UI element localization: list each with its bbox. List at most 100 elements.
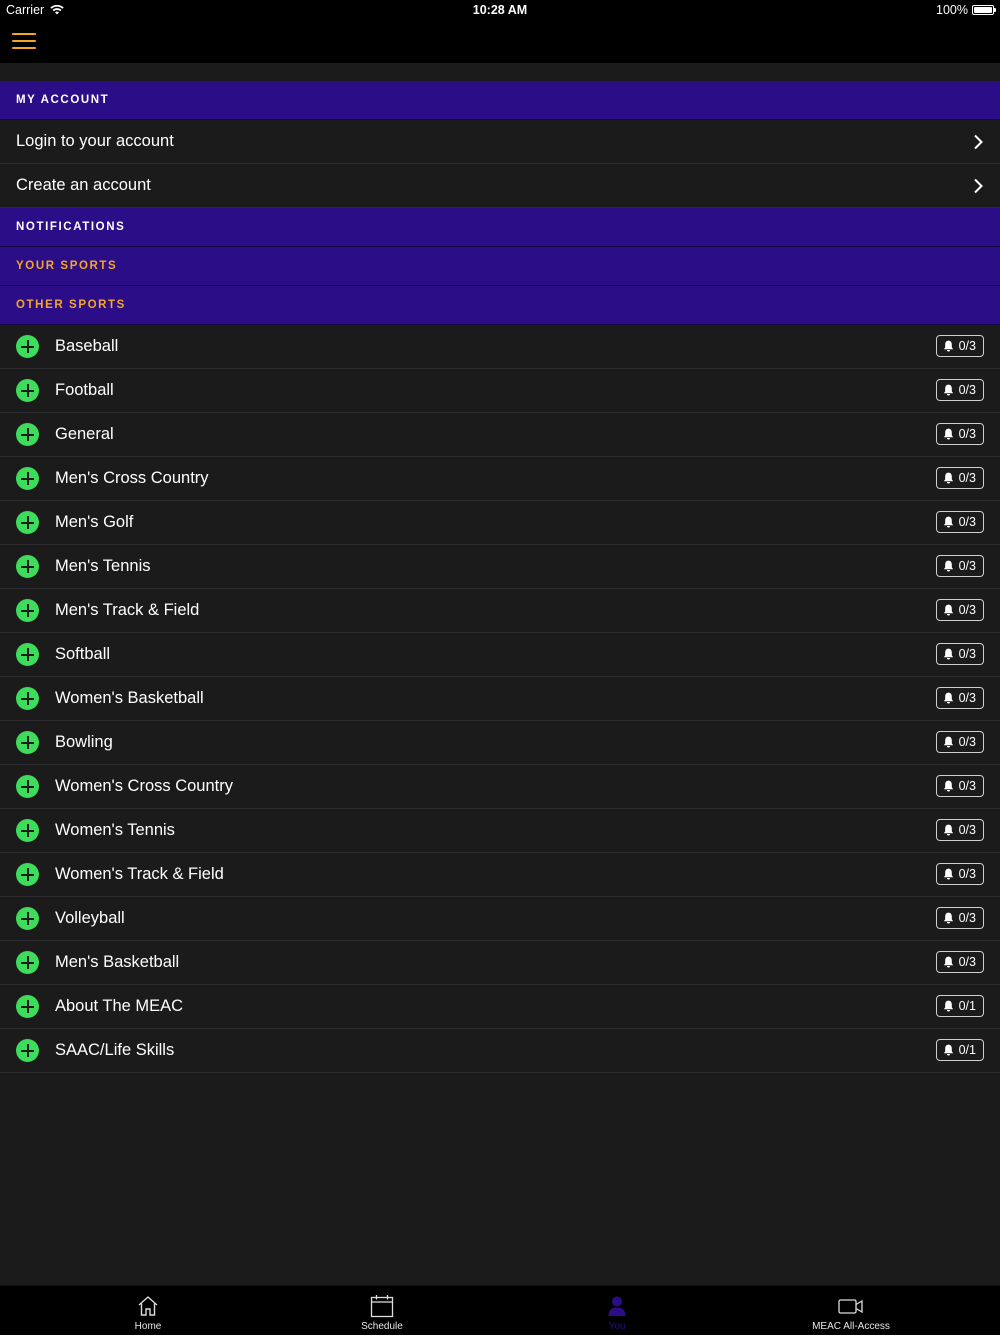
sport-row[interactable]: Bowling 0/3 [0, 721, 1000, 765]
notification-count-badge[interactable]: 0/3 [935, 951, 984, 973]
add-sport-icon[interactable] [16, 467, 39, 490]
notification-count-badge[interactable]: 0/3 [935, 555, 984, 577]
sport-row[interactable]: Women's Tennis 0/3 [0, 809, 1000, 853]
add-sport-icon[interactable] [16, 819, 39, 842]
bell-icon [943, 428, 953, 440]
tab-meac-all-access[interactable]: MEAC All-Access [771, 1286, 931, 1335]
bell-icon [943, 692, 953, 704]
calendar-icon [370, 1295, 394, 1318]
tab-you[interactable]: You [537, 1286, 697, 1335]
notification-count: 0/1 [958, 1043, 976, 1057]
bell-icon [943, 648, 953, 660]
login-row[interactable]: Login to your account [0, 120, 1000, 164]
add-sport-icon[interactable] [16, 995, 39, 1018]
notification-count-badge[interactable]: 0/3 [935, 599, 984, 621]
create-account-row[interactable]: Create an account [0, 164, 1000, 208]
add-sport-icon[interactable] [16, 951, 39, 974]
notification-count-badge[interactable]: 0/3 [935, 907, 984, 929]
sport-row[interactable]: Men's Tennis 0/3 [0, 545, 1000, 589]
notification-count-badge[interactable]: 0/3 [935, 643, 984, 665]
notification-count-badge[interactable]: 0/3 [935, 731, 984, 753]
notification-count-badge[interactable]: 0/1 [935, 1039, 984, 1061]
bell-icon [943, 912, 953, 924]
section-header-your-sports: YOUR SPORTS [0, 247, 1000, 286]
section-header-my-account: MY ACCOUNT [0, 81, 1000, 120]
bell-icon [943, 780, 953, 792]
hamburger-menu-icon[interactable] [12, 33, 36, 50]
add-sport-icon[interactable] [16, 731, 39, 754]
notification-count-badge[interactable]: 0/3 [935, 379, 984, 401]
notification-count-badge[interactable]: 0/3 [935, 335, 984, 357]
chevron-right-icon [974, 178, 983, 193]
notification-count-badge[interactable]: 0/3 [935, 819, 984, 841]
sport-name: About The MEAC [55, 997, 184, 1015]
sport-row[interactable]: Football 0/3 [0, 369, 1000, 413]
notification-count-badge[interactable]: 0/3 [935, 511, 984, 533]
bell-icon [943, 1000, 953, 1012]
bell-icon [943, 340, 953, 352]
add-sport-icon[interactable] [16, 555, 39, 578]
notification-count: 0/3 [958, 339, 976, 353]
add-sport-icon[interactable] [16, 775, 39, 798]
status-bar: Carrier 10:28 AM 100% [0, 0, 1000, 20]
add-sport-icon[interactable] [16, 379, 39, 402]
tab-schedule-label: Schedule [361, 1321, 403, 1332]
top-spacer [0, 63, 1000, 81]
notification-count: 0/3 [958, 383, 976, 397]
bell-icon [943, 472, 953, 484]
section-header-other-sports: OTHER SPORTS [0, 286, 1000, 325]
sport-row[interactable]: Men's Golf 0/3 [0, 501, 1000, 545]
sport-row[interactable]: Baseball 0/3 [0, 325, 1000, 369]
sport-name: Women's Cross Country [55, 777, 233, 795]
sport-name: Men's Basketball [55, 953, 180, 971]
sport-row[interactable]: Men's Track & Field 0/3 [0, 589, 1000, 633]
sport-row[interactable]: Softball 0/3 [0, 633, 1000, 677]
notification-count-badge[interactable]: 0/3 [935, 863, 984, 885]
bell-icon [943, 384, 953, 396]
sport-row[interactable]: Volleyball 0/3 [0, 897, 1000, 941]
sport-name: SAAC/Life Skills [55, 1041, 175, 1059]
add-sport-icon[interactable] [16, 511, 39, 534]
add-sport-icon[interactable] [16, 687, 39, 710]
chevron-right-icon [974, 134, 983, 149]
notification-count: 0/3 [958, 911, 976, 925]
notification-count-badge[interactable]: 0/1 [935, 995, 984, 1017]
notification-count-badge[interactable]: 0/3 [935, 687, 984, 709]
sport-row[interactable]: Men's Cross Country 0/3 [0, 457, 1000, 501]
video-camera-icon [838, 1299, 863, 1314]
notification-count-badge[interactable]: 0/3 [935, 775, 984, 797]
sport-name: Women's Track & Field [55, 865, 224, 883]
tab-schedule[interactable]: Schedule [302, 1286, 462, 1335]
sport-name: Football [55, 381, 114, 399]
sport-name: Men's Tennis [55, 557, 151, 575]
sport-name: Volleyball [55, 909, 125, 927]
add-sport-icon[interactable] [16, 907, 39, 930]
sport-row[interactable]: General 0/3 [0, 413, 1000, 457]
add-sport-icon[interactable] [16, 643, 39, 666]
add-sport-icon[interactable] [16, 863, 39, 886]
sport-row[interactable]: Men's Basketball 0/3 [0, 941, 1000, 985]
notification-count-badge[interactable]: 0/3 [935, 467, 984, 489]
notification-count: 0/3 [958, 647, 976, 661]
sport-name: Women's Basketball [55, 689, 204, 707]
add-sport-icon[interactable] [16, 423, 39, 446]
sport-row[interactable]: Women's Basketball 0/3 [0, 677, 1000, 721]
sport-name: Softball [55, 645, 111, 663]
sport-row[interactable]: Women's Cross Country 0/3 [0, 765, 1000, 809]
tab-home[interactable]: Home [68, 1286, 228, 1335]
add-sport-icon[interactable] [16, 599, 39, 622]
notification-count-badge[interactable]: 0/3 [935, 423, 984, 445]
login-label: Login to your account [16, 132, 174, 150]
add-sport-icon[interactable] [16, 335, 39, 358]
bell-icon [943, 956, 953, 968]
sport-row[interactable]: Women's Track & Field 0/3 [0, 853, 1000, 897]
sport-row[interactable]: About The MEAC 0/1 [0, 985, 1000, 1029]
settings-list: MY ACCOUNT Login to your account Create … [0, 63, 1000, 1073]
notification-count: 0/3 [958, 559, 976, 573]
notification-count: 0/3 [958, 823, 976, 837]
tab-meac-all-access-label: MEAC All-Access [812, 1321, 890, 1332]
person-icon [608, 1296, 626, 1316]
add-sport-icon[interactable] [16, 1039, 39, 1062]
sport-row[interactable]: SAAC/Life Skills 0/1 [0, 1029, 1000, 1073]
notification-count: 0/3 [958, 691, 976, 705]
